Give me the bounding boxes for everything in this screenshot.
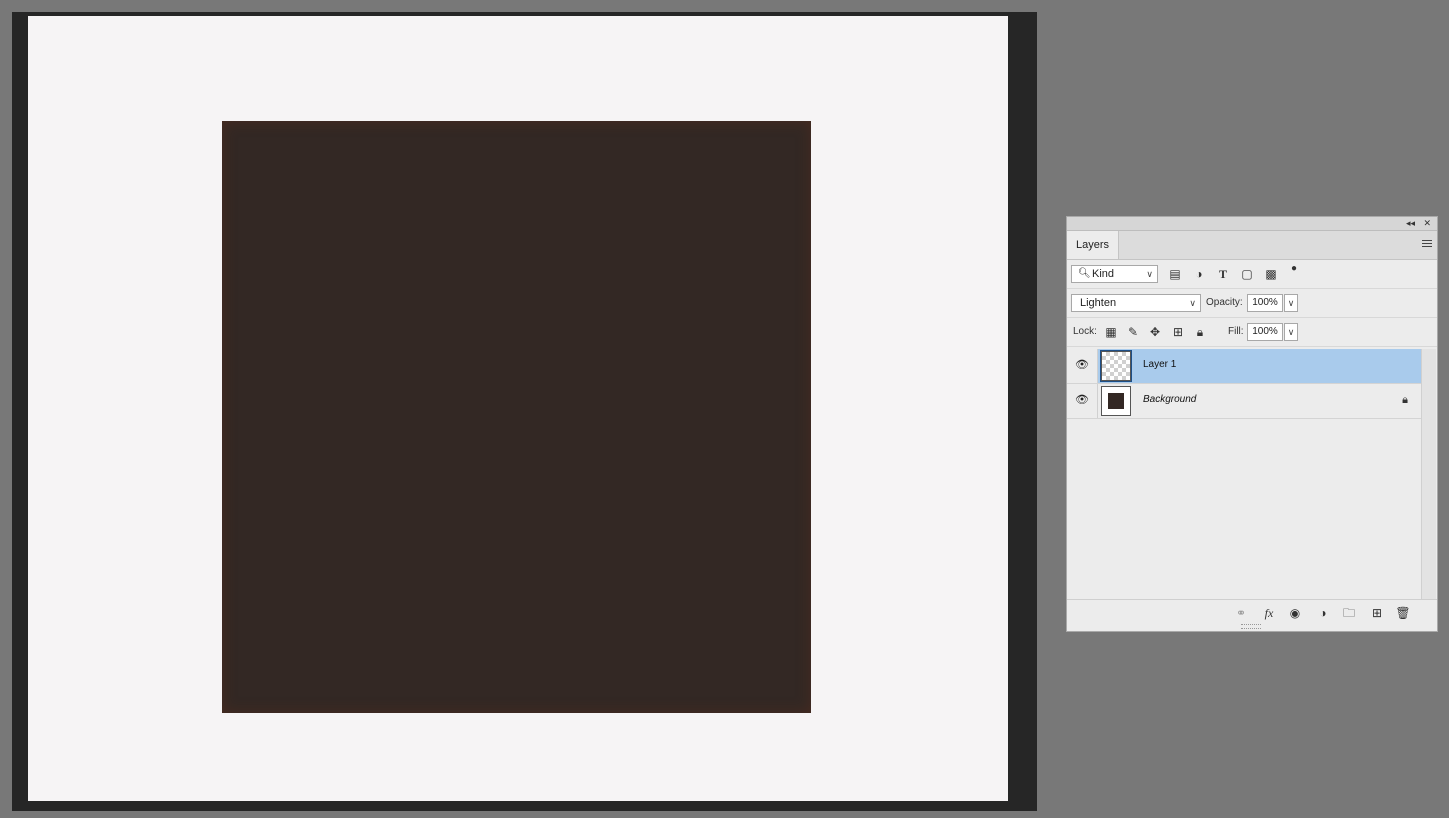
filter-row: 🔍︎ Kind ∨ ▤ ◑ T ▢ ▩ ● xyxy=(1067,260,1437,289)
close-icon[interactable]: ✕ xyxy=(1423,217,1431,230)
layer-name[interactable]: Layer 1 xyxy=(1143,359,1176,370)
visibility-column: 👁︎ xyxy=(1067,349,1098,383)
type-layer-filter-icon[interactable]: T xyxy=(1215,266,1231,282)
panel-tab-row: Layers xyxy=(1067,231,1437,260)
layers-bottom-bar: ⚭ fx ◉ ◑ 🗀︎ ⊞ 🗑︎ xyxy=(1067,599,1437,626)
kind-filter-label: Kind xyxy=(1092,268,1115,280)
fill-input[interactable]: 100% xyxy=(1247,323,1283,341)
search-icon: 🔍︎ xyxy=(1078,268,1091,279)
filter-toggle-icon[interactable]: ● xyxy=(1286,261,1302,277)
link-layers-icon[interactable]: ⚭ xyxy=(1233,605,1249,621)
opacity-input[interactable]: 100% xyxy=(1247,294,1283,312)
double-chevron-left-icon[interactable]: ◂◂ xyxy=(1406,217,1415,230)
workspace: ◂◂ ✕ Layers 🔍︎ Kind ∨ ▤ ◑ T ▢ ▩ ● Lighte… xyxy=(0,0,1449,818)
layer-row-layer-1[interactable]: 👁︎ Layer 1 xyxy=(1067,349,1422,384)
adjustment-layer-filter-icon[interactable]: ◑ xyxy=(1191,266,1207,282)
panel-title-bar[interactable]: ◂◂ ✕ xyxy=(1067,217,1437,231)
kind-filter-select[interactable]: 🔍︎ Kind ∨ xyxy=(1071,265,1158,283)
eye-icon[interactable]: 👁︎ xyxy=(1075,358,1089,372)
chevron-down-icon: ∨ xyxy=(1189,298,1196,308)
opacity-dropdown-button[interactable]: ∨ xyxy=(1284,294,1298,312)
new-layer-icon[interactable]: ⊞ xyxy=(1369,605,1385,621)
new-group-icon[interactable]: 🗀︎ xyxy=(1341,605,1357,621)
blend-mode-value: Lighten xyxy=(1080,297,1117,309)
layer-name[interactable]: Background xyxy=(1143,394,1196,405)
layer-row-background[interactable]: 👁︎ Background 🔒︎ xyxy=(1067,384,1422,419)
thumbnail-content xyxy=(1108,393,1124,409)
lock-artboard-icon[interactable]: ⊞ xyxy=(1170,324,1186,340)
eye-icon[interactable]: 👁︎ xyxy=(1075,393,1089,407)
add-mask-icon[interactable]: ◉ xyxy=(1287,605,1303,621)
layer-thumbnail[interactable] xyxy=(1100,350,1132,382)
visibility-column: 👁︎ xyxy=(1067,384,1098,418)
panel-resize-grip[interactable] xyxy=(1241,624,1261,629)
layers-panel: ◂◂ ✕ Layers 🔍︎ Kind ∨ ▤ ◑ T ▢ ▩ ● Lighte… xyxy=(1066,216,1438,632)
fill-label: Fill: xyxy=(1228,326,1244,337)
fx-icon[interactable]: fx xyxy=(1261,605,1277,621)
pixel-layer-filter-icon[interactable]: ▤ xyxy=(1167,266,1183,282)
lock-image-pixels-icon[interactable]: ✎ xyxy=(1125,324,1141,340)
lock-row: Lock: ▦ ✎ ✥ ⊞ 🔒︎ Fill: 100% ∨ xyxy=(1067,318,1437,347)
layers-list: 👁︎ Layer 1 👁︎ Background 🔒︎ xyxy=(1067,349,1422,599)
chevron-down-icon: ∨ xyxy=(1146,269,1153,279)
lock-label: Lock: xyxy=(1073,326,1097,337)
adjustment-layer-icon[interactable]: ◑ xyxy=(1315,605,1331,621)
canvas[interactable] xyxy=(28,16,1008,801)
panel-menu-icon[interactable] xyxy=(1422,240,1432,249)
blend-mode-select[interactable]: Lighten ∨ xyxy=(1071,294,1201,312)
fill-dropdown-button[interactable]: ∨ xyxy=(1284,323,1298,341)
tab-layers[interactable]: Layers xyxy=(1067,231,1120,259)
blend-row: Lighten ∨ Opacity: 100% ∨ xyxy=(1067,289,1437,318)
layers-scrollbar[interactable] xyxy=(1421,349,1436,599)
lock-transparent-pixels-icon[interactable]: ▦ xyxy=(1103,324,1119,340)
lock-position-icon[interactable]: ✥ xyxy=(1147,324,1163,340)
delete-layer-icon[interactable]: 🗑︎ xyxy=(1395,605,1411,621)
lock-all-icon[interactable]: 🔒︎ xyxy=(1192,324,1208,340)
dark-square[interactable] xyxy=(222,121,811,713)
document-window xyxy=(12,12,1037,811)
shape-layer-filter-icon[interactable]: ▢ xyxy=(1239,266,1255,282)
smart-object-filter-icon[interactable]: ▩ xyxy=(1263,266,1279,282)
opacity-label: Opacity: xyxy=(1206,297,1243,308)
lock-icon[interactable]: 🔒︎ xyxy=(1402,394,1408,407)
layer-thumbnail[interactable] xyxy=(1101,386,1131,416)
